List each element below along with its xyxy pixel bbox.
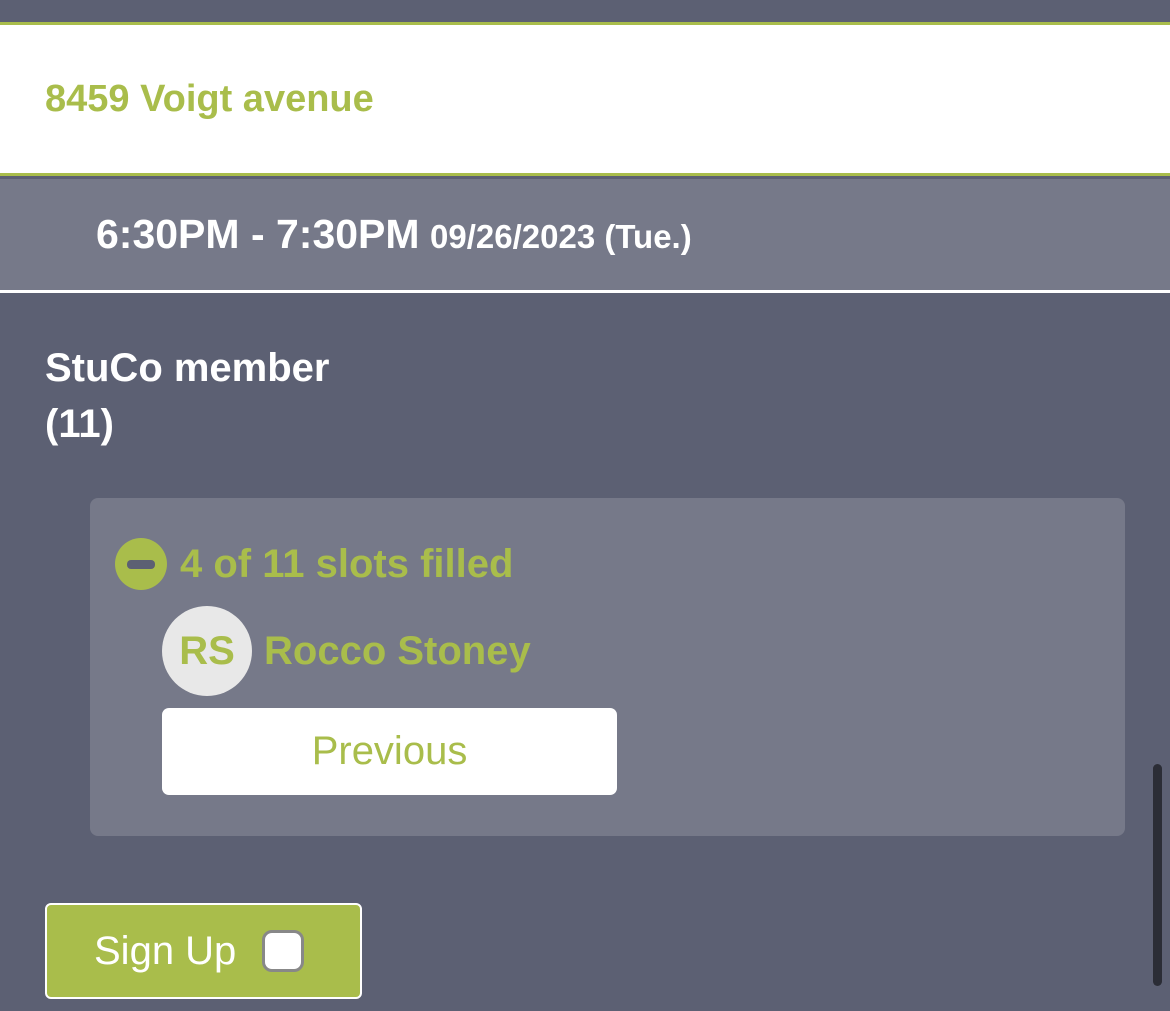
location-address: 8459 Voigt avenue — [45, 78, 374, 120]
slots-summary: 4 of 11 slots filled — [180, 541, 514, 586]
minus-circle-icon[interactable] — [115, 538, 167, 590]
slots-toggle[interactable]: 4 of 11 slots filled — [115, 538, 513, 590]
timeslot-date: 09/26/2023 (Tue.) — [430, 218, 692, 255]
role-title: StuCo member — [45, 346, 330, 390]
sign-up-button[interactable]: Sign Up — [45, 903, 362, 999]
timeslot-line: 6:30PM - 7:30PM 09/26/2023 (Tue.) — [96, 211, 692, 258]
previous-button[interactable]: Previous — [162, 708, 617, 795]
avatar: RS — [162, 606, 252, 696]
member-name: Rocco Stoney — [264, 628, 531, 673]
slots-panel: 4 of 11 slots filled RS Rocco Stoney Pre… — [90, 498, 1125, 836]
sign-up-checkbox[interactable] — [262, 930, 305, 972]
location-header: 8459 Voigt avenue — [0, 25, 1170, 176]
scrollbar[interactable] — [1153, 764, 1162, 986]
top-divider — [0, 0, 1170, 25]
sign-up-label: Sign Up — [94, 928, 237, 973]
list-item: RS Rocco Stoney — [162, 606, 531, 696]
signup-page: 8459 Voigt avenue 6:30PM - 7:30PM 09/26/… — [0, 0, 1170, 1011]
role-count: (11) — [45, 402, 114, 446]
timeslot-header: 6:30PM - 7:30PM 09/26/2023 (Tue.) — [0, 179, 1170, 293]
timeslot-time-range: 6:30PM - 7:30PM — [96, 211, 420, 257]
role-heading: StuCo member (11) — [45, 340, 330, 452]
